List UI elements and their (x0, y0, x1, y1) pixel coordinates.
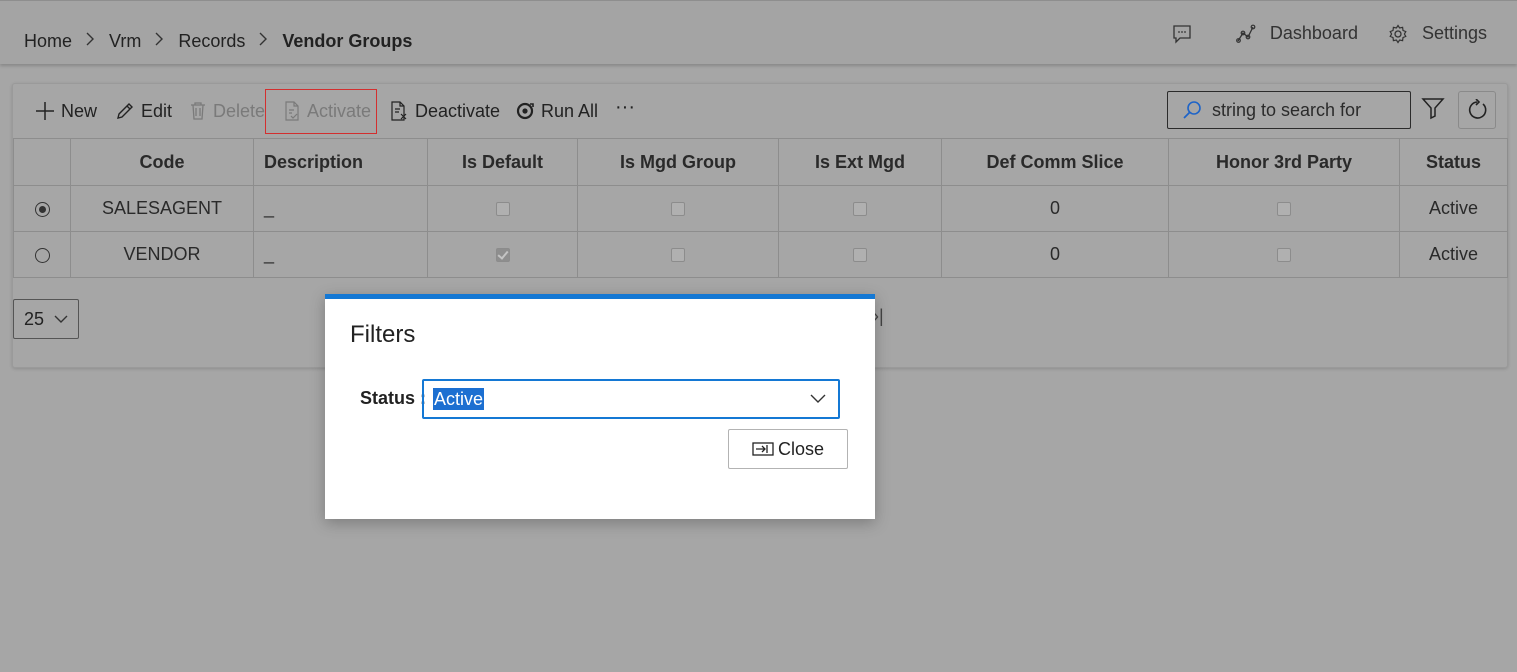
cell-def-comm-slice: 0 (941, 231, 1169, 278)
column-header-is-default[interactable]: Is Default (427, 138, 578, 186)
table-row[interactable]: VENDOR _ 0 Active (13, 231, 1508, 278)
search-icon (1183, 101, 1201, 119)
column-header-status[interactable]: Status (1399, 138, 1508, 186)
cell-description: _ (253, 231, 428, 278)
cell-code: VENDOR (70, 231, 254, 278)
cell-code: SALESAGENT (70, 185, 254, 232)
cell-is-mgd-group (577, 185, 779, 232)
page-size-select[interactable]: 25 (13, 299, 79, 339)
new-button-label: New (61, 100, 98, 121)
cell-is-mgd-group (577, 231, 779, 278)
deactivate-button[interactable]: Deactivate (389, 98, 500, 124)
edit-button-label: Edit (141, 100, 173, 121)
records-table: Code Description Is Default Is Mgd Group… (13, 138, 1508, 278)
refresh-icon (1468, 99, 1487, 119)
cell-is-default (427, 231, 578, 278)
nav-dashboard-label: Dashboard (1269, 23, 1358, 43)
checkbox-is-ext-mgd (853, 248, 867, 263)
activate-button[interactable]: Activate (283, 98, 371, 124)
chevron-right-icon (86, 32, 95, 51)
column-header-is-ext-mgd[interactable]: Is Ext Mgd (778, 138, 942, 186)
document-check-icon (285, 101, 299, 121)
chat-icon (1173, 24, 1191, 44)
chevron-down-icon (810, 394, 826, 403)
toolbar: New Edit Delete Activate Deactivate Run … (13, 84, 1507, 138)
run-all-button-label: Run All (541, 100, 599, 121)
column-header-is-mgd-group[interactable]: Is Mgd Group (577, 138, 779, 186)
pencil-icon (117, 103, 133, 119)
run-all-button[interactable]: Run All (515, 98, 598, 124)
cell-is-ext-mgd (778, 231, 942, 278)
cell-honor-3rd-party (1168, 185, 1400, 232)
chat-button[interactable] (1172, 24, 1206, 44)
edit-button[interactable]: Edit (115, 98, 172, 124)
new-button[interactable]: New (35, 98, 97, 124)
page-size-value: 25 (24, 308, 45, 329)
breadcrumb-records[interactable]: Records (178, 31, 245, 52)
column-header-description[interactable]: Description (253, 138, 428, 186)
status-select[interactable]: Active (422, 379, 840, 419)
breadcrumb: Home Vrm Records Vendor Groups (24, 31, 412, 52)
cell-def-comm-slice: 0 (941, 185, 1169, 232)
gear-icon (1389, 23, 1407, 44)
dialog-title: Filters (350, 321, 416, 348)
close-button-label: Close (777, 438, 825, 459)
chevron-down-icon (54, 315, 68, 323)
nav-settings[interactable]: Settings (1388, 23, 1487, 44)
delete-button[interactable]: Delete (189, 98, 265, 124)
app-header: Home Vrm Records Vendor Groups Dashboard… (0, 0, 1517, 64)
breadcrumb-current: Vendor Groups (282, 31, 413, 51)
filters-dialog: Filters Status : Active Close (325, 294, 875, 519)
more-options-button[interactable]: ··· (615, 94, 635, 120)
chevron-right-icon (259, 32, 268, 51)
filter-icon (1421, 98, 1445, 120)
cell-is-ext-mgd (778, 185, 942, 232)
table-header-row: Code Description Is Default Is Mgd Group… (13, 138, 1508, 186)
search-placeholder: string to search for (1212, 99, 1362, 120)
document-x-icon (391, 101, 407, 121)
column-header-code[interactable]: Code (70, 138, 254, 186)
deactivate-button-label: Deactivate (415, 100, 501, 121)
checkbox-is-mgd-group (671, 202, 685, 217)
row-select[interactable] (13, 185, 71, 232)
nav-dashboard[interactable]: Dashboard (1235, 23, 1358, 44)
checkbox-honor-3rd-party (1277, 202, 1291, 217)
checkbox-is-ext-mgd (853, 202, 867, 217)
search-input[interactable]: string to search for (1167, 91, 1411, 129)
cell-honor-3rd-party (1168, 231, 1400, 278)
more-icon: ··· (615, 95, 635, 118)
refresh-button[interactable] (1458, 91, 1496, 129)
breadcrumb-vrm[interactable]: Vrm (109, 31, 141, 52)
table-row[interactable]: SALESAGENT _ 0 Active (13, 185, 1508, 232)
filter-button[interactable] (1421, 96, 1445, 125)
column-header-honor-3rd-party[interactable]: Honor 3rd Party (1168, 138, 1400, 186)
column-header-def-comm-slice[interactable]: Def Comm Slice (941, 138, 1169, 186)
checkbox-honor-3rd-party (1277, 248, 1291, 263)
plus-icon (36, 102, 54, 120)
trash-icon (191, 102, 205, 120)
top-nav: Dashboard Settings (1142, 23, 1487, 44)
exit-icon (752, 442, 774, 456)
activate-button-label: Activate (307, 100, 372, 121)
row-select[interactable] (13, 231, 71, 278)
radio-unselected[interactable] (34, 247, 50, 263)
checkbox-is-mgd-group (671, 248, 685, 263)
close-button[interactable]: Close (728, 429, 848, 469)
run-icon (516, 102, 534, 120)
status-select-value: Active (433, 388, 485, 410)
cell-status: Active (1399, 231, 1508, 278)
delete-button-label: Delete (213, 100, 266, 121)
cell-is-default (427, 185, 578, 232)
cell-status: Active (1399, 185, 1508, 232)
select-column-header (13, 138, 71, 186)
checkbox-is-default (495, 202, 510, 217)
checkbox-is-default-checked (495, 248, 510, 263)
chevron-right-icon (155, 32, 164, 51)
status-label: Status : (360, 388, 427, 408)
radio-selected[interactable] (34, 201, 50, 217)
cell-description: _ (253, 185, 428, 232)
breadcrumb-home[interactable]: Home (24, 31, 72, 52)
nav-settings-label: Settings (1421, 23, 1487, 43)
dashboard-icon (1235, 24, 1256, 43)
